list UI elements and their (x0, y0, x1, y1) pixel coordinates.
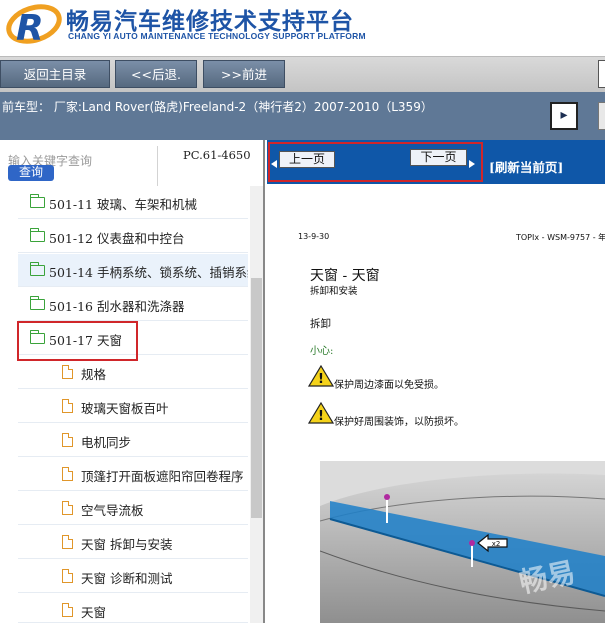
tree-doc-label: 规格 (81, 367, 107, 382)
tree-doc-item[interactable]: 空气导流板 (18, 492, 248, 525)
tree-folder-501-16[interactable]: 501-16 刮水器和洗涤器 (18, 288, 248, 321)
forward-button[interactable]: >>前进 (203, 60, 285, 88)
document-icon (62, 432, 74, 447)
highlight-box-folder (17, 321, 138, 361)
vehicle-model-text: 前车型： 厂家:Land Rover(路虎)Freeland-2（神行者2）20… (2, 100, 433, 114)
tree-doc-label: 天窗 (81, 605, 107, 620)
document-icon (62, 466, 74, 481)
back-button[interactable]: <<后退. (115, 60, 197, 88)
tree-doc-label: 电机同步 (81, 435, 132, 450)
page-code: PC.61-4650 (183, 148, 251, 162)
folder-icon (29, 262, 45, 276)
doc-subtitle: 拆卸和安装 (310, 286, 358, 297)
tree-folder-501-14[interactable]: 501-14 手柄系统、锁系统、插销系统 (18, 254, 248, 287)
tree-doc-item[interactable]: 天窗 (18, 594, 248, 623)
tree-folder-label: 501-14 手柄系统、锁系统、插销系统 (49, 265, 248, 280)
tree-doc-item[interactable]: 天窗 诊断和测试 (18, 560, 248, 593)
warning-text: 保护好周围装饰，以防损坏。 (334, 417, 464, 428)
sunroof-illustration: x2 (320, 461, 605, 623)
folder-icon (29, 194, 45, 208)
nav-end-control[interactable] (598, 60, 605, 88)
doc-title: 天窗 - 天窗 (310, 268, 380, 284)
tree-doc-item[interactable]: 玻璃天窗板百叶 (18, 390, 248, 423)
svg-text:R: R (16, 8, 44, 48)
tree-doc-label: 天窗 拆卸与安装 (81, 537, 173, 552)
panel-toggle-button-2[interactable] (598, 102, 605, 130)
search-divider (157, 146, 158, 186)
highlight-box-pager (268, 142, 483, 182)
doc-section-heading: 拆卸 (310, 318, 331, 330)
arrow-right-icon: ▸ (560, 107, 568, 123)
document-icon (62, 364, 74, 379)
doc-date: 13-9-30 (298, 232, 330, 241)
warning-text: 保护周边漆面以免受损。 (334, 380, 444, 391)
document-icon (62, 398, 74, 413)
doc-caution-label: 小心: (310, 346, 334, 357)
panel-toggle-button[interactable]: ▸ (550, 102, 578, 130)
tree-doc-item[interactable]: 电机同步 (18, 424, 248, 457)
folder-icon (29, 296, 45, 310)
document-icon (62, 602, 74, 617)
tree-doc-item[interactable]: 顶篷打开面板遮阳帘回卷程序 (18, 458, 248, 491)
tree-folder-label: 501-12 仪表盘和中控台 (49, 231, 185, 246)
cy-logo-icon: R (6, 4, 62, 48)
callout-label: x2 (492, 540, 501, 548)
document-icon (62, 568, 74, 583)
document-icon (62, 534, 74, 549)
refresh-page-link[interactable]: [刷新当前页] (489, 157, 563, 176)
tree-doc-label: 顶篷打开面板遮阳帘回卷程序 (81, 469, 244, 484)
warning-icon: ! (308, 402, 334, 424)
folder-icon (29, 228, 45, 242)
doc-ref: TOPIx - WSM-9757 - 年 (516, 233, 605, 242)
tree-scrollbar-thumb[interactable] (251, 278, 262, 518)
tree-doc-item[interactable]: 天窗 拆卸与安装 (18, 526, 248, 559)
vehicle-model-bar: 前车型： 厂家:Land Rover(路虎)Freeland-2（神行者2）20… (0, 92, 605, 140)
tree-folder-label: 501-16 刮水器和洗涤器 (49, 299, 185, 314)
tree-doc-label: 天窗 诊断和测试 (81, 571, 173, 586)
svg-text:!: ! (318, 409, 324, 424)
tree-folder-label: 501-11 玻璃、车架和机械 (49, 197, 197, 212)
document-icon (62, 500, 74, 515)
tree-folder-501-12[interactable]: 501-12 仪表盘和中控台 (18, 220, 248, 253)
platform-title-en: CHANG YI AUTO MAINTENANCE TECHNOLOGY SUP… (68, 31, 366, 41)
tree-doc-label: 空气导流板 (81, 503, 144, 518)
search-button[interactable]: 查询 (8, 165, 54, 181)
warning-icon: ! (308, 365, 334, 387)
tree-folder-501-11[interactable]: 501-11 玻璃、车架和机械 (18, 186, 248, 219)
svg-text:!: ! (318, 372, 324, 387)
tree-doc-label: 玻璃天窗板百叶 (81, 401, 169, 416)
home-button[interactable]: 返回主目录 (0, 60, 110, 88)
